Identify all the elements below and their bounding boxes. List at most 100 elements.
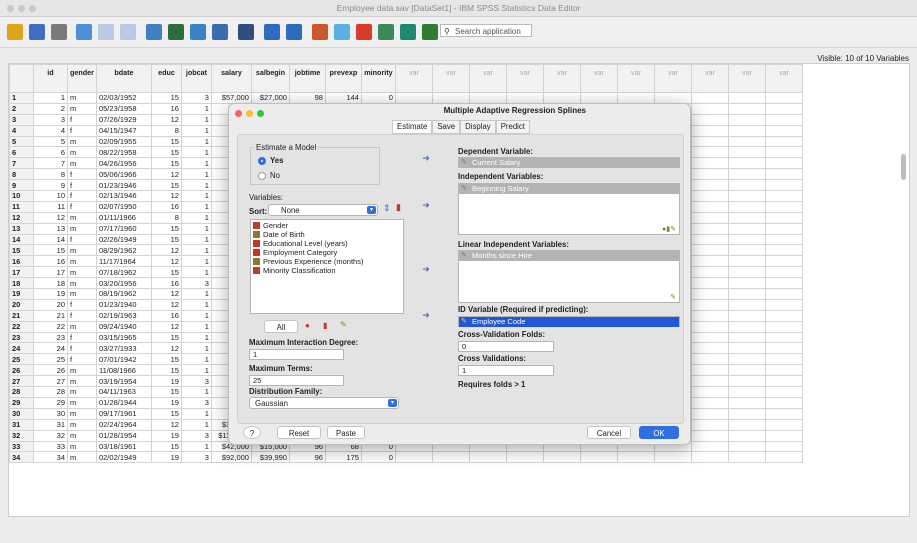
data-cell[interactable]: 1: [180, 342, 212, 355]
data-cell[interactable]: [727, 440, 766, 453]
split-file-icon[interactable]: [312, 24, 328, 40]
data-cell[interactable]: 8: [33, 168, 68, 181]
data-cell[interactable]: m: [67, 102, 97, 115]
data-cell[interactable]: 1: [180, 124, 212, 137]
data-cell[interactable]: 03/15/1965: [95, 331, 152, 344]
data-cell[interactable]: 02/13/1946: [95, 190, 152, 202]
data-cell[interactable]: 16: [150, 102, 182, 115]
data-cell[interactable]: 02/09/1955: [95, 135, 152, 148]
data-cell[interactable]: 12: [150, 320, 182, 333]
data-cell[interactable]: m: [67, 364, 97, 377]
print-icon[interactable]: [51, 24, 67, 40]
run-descriptives-icon[interactable]: [212, 24, 228, 40]
data-cell[interactable]: 11/17/1964: [95, 255, 152, 268]
row-number[interactable]: 17: [9, 266, 34, 279]
data-cell[interactable]: [394, 92, 433, 104]
no-radio[interactable]: [258, 172, 266, 180]
data-cell[interactable]: $39,990: [250, 451, 290, 464]
data-cell[interactable]: 12: [150, 418, 182, 431]
data-cell[interactable]: [690, 418, 729, 431]
row-number[interactable]: 15: [9, 244, 34, 257]
data-cell[interactable]: [690, 429, 729, 442]
data-cell[interactable]: [764, 375, 803, 388]
data-cell[interactable]: 15: [33, 244, 68, 257]
data-cell[interactable]: [653, 92, 692, 104]
tab-save[interactable]: Save: [432, 120, 461, 134]
use-variable-sets-icon[interactable]: [400, 24, 416, 40]
data-cell[interactable]: [690, 211, 729, 224]
data-cell[interactable]: $27,000: [250, 92, 290, 104]
data-cell[interactable]: 1: [33, 92, 68, 104]
data-cell[interactable]: m: [67, 429, 97, 442]
paste-button[interactable]: Paste: [327, 426, 365, 439]
data-cell[interactable]: 19: [33, 288, 68, 300]
data-cell[interactable]: 04/26/1956: [95, 157, 152, 170]
data-cell[interactable]: 23: [33, 331, 68, 344]
data-cell[interactable]: 96: [288, 451, 326, 464]
row-number[interactable]: 22: [9, 320, 34, 333]
row-number[interactable]: 34: [9, 451, 34, 464]
data-cell[interactable]: 1: [180, 135, 212, 148]
row-number[interactable]: 5: [9, 135, 34, 148]
data-cell[interactable]: 1: [180, 244, 212, 257]
data-cell[interactable]: f: [67, 200, 97, 213]
data-cell[interactable]: [764, 222, 803, 235]
data-cell[interactable]: 15: [150, 157, 182, 170]
data-cell[interactable]: [690, 255, 729, 268]
data-cell[interactable]: 08/22/1958: [95, 146, 152, 159]
data-cell[interactable]: [764, 331, 803, 344]
sort-order-icon[interactable]: ⇕: [383, 203, 391, 214]
redo-icon[interactable]: [120, 24, 136, 40]
data-cell[interactable]: 8: [150, 211, 182, 224]
data-cell[interactable]: 15: [150, 353, 182, 366]
row-number[interactable]: 27: [9, 375, 34, 388]
data-cell[interactable]: [764, 396, 803, 409]
data-cell[interactable]: 01/11/1966: [95, 211, 152, 224]
data-cell[interactable]: 28: [33, 386, 68, 398]
data-cell[interactable]: 04/15/1947: [95, 124, 152, 137]
row-number[interactable]: 7: [9, 157, 34, 170]
row-number[interactable]: 25: [9, 353, 34, 366]
data-cell[interactable]: [764, 255, 803, 268]
variables-icon[interactable]: [190, 24, 206, 40]
data-cell[interactable]: 20: [33, 298, 68, 311]
data-cell[interactable]: [690, 309, 729, 322]
data-cell[interactable]: 1: [180, 200, 212, 213]
data-cell[interactable]: [616, 451, 655, 464]
row-number[interactable]: 23: [9, 331, 34, 344]
column-header-var[interactable]: var: [764, 64, 803, 93]
data-cell[interactable]: 22: [33, 320, 68, 333]
data-cell[interactable]: 1: [180, 102, 212, 115]
data-cell[interactable]: [690, 124, 729, 137]
data-cell[interactable]: m: [67, 386, 97, 398]
data-cell[interactable]: 33: [33, 440, 68, 453]
data-cell[interactable]: f: [67, 298, 97, 311]
data-cell[interactable]: 19: [150, 375, 182, 388]
data-cell[interactable]: m: [67, 157, 97, 170]
scale-filter-icon[interactable]: ✎: [340, 320, 347, 329]
data-cell[interactable]: 12: [33, 211, 68, 224]
show-all-variables-icon[interactable]: [422, 24, 438, 40]
data-cell[interactable]: 15: [150, 364, 182, 377]
data-cell[interactable]: 12: [150, 298, 182, 311]
data-cell[interactable]: [764, 407, 803, 420]
data-cell[interactable]: m: [67, 320, 97, 333]
data-cell[interactable]: [690, 222, 729, 235]
data-cell[interactable]: 1: [180, 146, 212, 159]
data-cell[interactable]: [690, 375, 729, 388]
data-cell[interactable]: [727, 396, 766, 409]
data-cell[interactable]: 07/18/1962: [95, 266, 152, 279]
data-cell[interactable]: [690, 146, 729, 159]
column-header-prevexp[interactable]: prevexp: [324, 64, 362, 93]
data-cell[interactable]: 1: [180, 266, 212, 279]
data-cell[interactable]: 27: [33, 375, 68, 388]
column-header-educ[interactable]: educ: [150, 64, 182, 93]
data-cell[interactable]: m: [67, 418, 97, 431]
data-cell[interactable]: [727, 266, 766, 279]
data-cell[interactable]: [542, 92, 581, 104]
data-cell[interactable]: [764, 429, 803, 442]
data-cell[interactable]: [727, 233, 766, 246]
max-terms-input[interactable]: 25: [249, 375, 344, 386]
data-cell[interactable]: [764, 418, 803, 431]
save-icon[interactable]: [29, 24, 45, 40]
